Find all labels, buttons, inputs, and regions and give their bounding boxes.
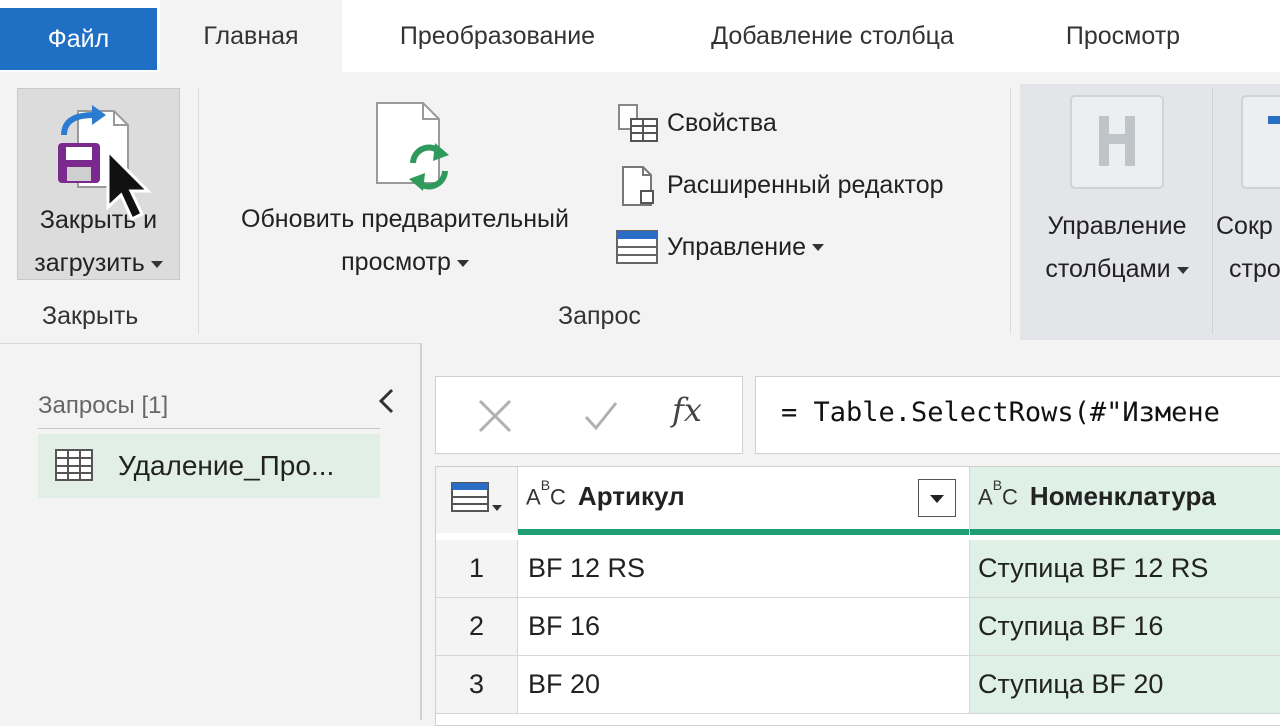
formula-text: = Table.SelectRows(#"Измене [781, 397, 1220, 428]
query-item-label: Удаление_Про... [118, 450, 335, 481]
chevron-down-icon [930, 495, 944, 503]
ribbon-divider [1212, 88, 1213, 334]
manage-button[interactable]: Управление [615, 222, 824, 272]
table-cell[interactable]: BF 20 [518, 656, 970, 714]
refresh-preview-label: Обновить предварительный просмотр [205, 198, 605, 284]
manage-columns-label: Управление столбцами [1022, 205, 1212, 291]
chevron-left-icon[interactable] [372, 384, 402, 418]
group-label-close: Закрыть [42, 302, 139, 330]
refresh-preview-icon [376, 102, 449, 191]
close-and-load-button[interactable]: Закрыть и загрузить [17, 88, 180, 280]
advanced-editor-label: Расширенный редактор [667, 170, 944, 199]
close-and-load-label: Закрыть и загрузить [18, 199, 179, 285]
keep-rows-icon [1241, 95, 1280, 189]
column-quality-bar [970, 529, 1280, 535]
column-quality-bar [518, 529, 969, 535]
manage-columns-icon [1070, 95, 1164, 189]
manage-table-icon [616, 230, 658, 264]
manage-columns-line2: столбцами [1045, 255, 1171, 283]
tab-transform[interactable]: Преобразование [360, 0, 635, 72]
refresh-preview-button[interactable]: Обновить предварительный просмотр [205, 95, 605, 285]
text-type-icon: ABC [526, 476, 566, 510]
chevron-down-icon [150, 260, 163, 268]
ribbon-divider [1010, 88, 1011, 334]
column-filter-button[interactable] [918, 479, 956, 517]
pane-splitter[interactable] [420, 343, 422, 720]
column-header-article[interactable]: ABC Артикул [518, 467, 970, 535]
table-cell[interactable]: Ступица BF 16 [970, 598, 1280, 656]
query-list-item[interactable]: Удаление_Про... [38, 434, 380, 498]
ribbon-divider [198, 88, 199, 334]
formula-input[interactable]: = Table.SelectRows(#"Измене [755, 376, 1280, 454]
formula-bar-buttons: fx [435, 376, 743, 454]
column-header-nomenclature[interactable]: ABC Номенклатура [970, 467, 1280, 535]
queries-pane-title: Запросы [1] [38, 392, 169, 419]
advanced-editor-button[interactable]: Расширенный редактор [615, 160, 944, 210]
close-and-load-line1: Закрыть и [39, 206, 158, 234]
row-number[interactable]: 3 [436, 656, 518, 714]
table-menu-button[interactable] [436, 467, 518, 533]
chevron-down-icon [811, 243, 824, 251]
manage-columns-line1: Управление [1047, 212, 1187, 240]
queries-pane-divider [38, 428, 380, 429]
keep-rows-line2: стро [1229, 255, 1280, 283]
chevron-down-icon [1176, 266, 1189, 274]
column-header-label: Номенклатура [1029, 481, 1216, 511]
table-icon [55, 449, 93, 481]
close-and-load-line2: загрузить [34, 249, 145, 277]
row-number[interactable]: 2 [436, 598, 518, 656]
chevron-down-icon [456, 259, 469, 267]
refresh-preview-line2: просмотр [341, 248, 451, 276]
properties-icon [618, 104, 658, 142]
table-cell[interactable]: BF 12 RS [518, 540, 970, 598]
properties-label: Свойства [667, 108, 777, 137]
keep-rows-label: Сокр стро [1216, 205, 1280, 290]
keep-rows-button[interactable]: Сокр стро [1216, 90, 1280, 290]
data-grid: ABC Артикул ABC Номенклатура 1 BF 12 RS … [435, 466, 1280, 726]
cancel-icon[interactable] [474, 395, 516, 437]
column-header-label: Артикул [577, 481, 685, 511]
tab-add-column[interactable]: Добавление столбца [665, 0, 1000, 72]
table-cell[interactable]: BF 16 [518, 598, 970, 656]
tab-home[interactable]: Главная [160, 0, 342, 72]
table-cell[interactable]: Ступица BF 12 RS [970, 540, 1280, 598]
tab-file[interactable]: Файл [0, 8, 157, 70]
fx-button[interactable]: fx [672, 391, 702, 429]
check-icon[interactable] [580, 395, 622, 437]
table-cell[interactable]: Ступица BF 20 [970, 656, 1280, 714]
tab-view[interactable]: Просмотр [1030, 0, 1216, 72]
ribbon-tab-bar: Файл Главная Преобразование Добавление с… [0, 0, 1280, 72]
properties-button[interactable]: Свойства [615, 98, 777, 148]
keep-rows-line1: Сокр [1216, 212, 1273, 240]
refresh-preview-line1: Обновить предварительный [241, 205, 569, 233]
text-type-icon: ABC [978, 476, 1018, 510]
row-number[interactable]: 1 [436, 540, 518, 598]
advanced-editor-icon [622, 166, 654, 206]
manage-columns-button[interactable]: Управление столбцами [1022, 90, 1212, 290]
manage-label: Управление [667, 232, 806, 261]
group-label-query: Запрос [558, 302, 641, 330]
table-menu-icon [451, 482, 502, 512]
